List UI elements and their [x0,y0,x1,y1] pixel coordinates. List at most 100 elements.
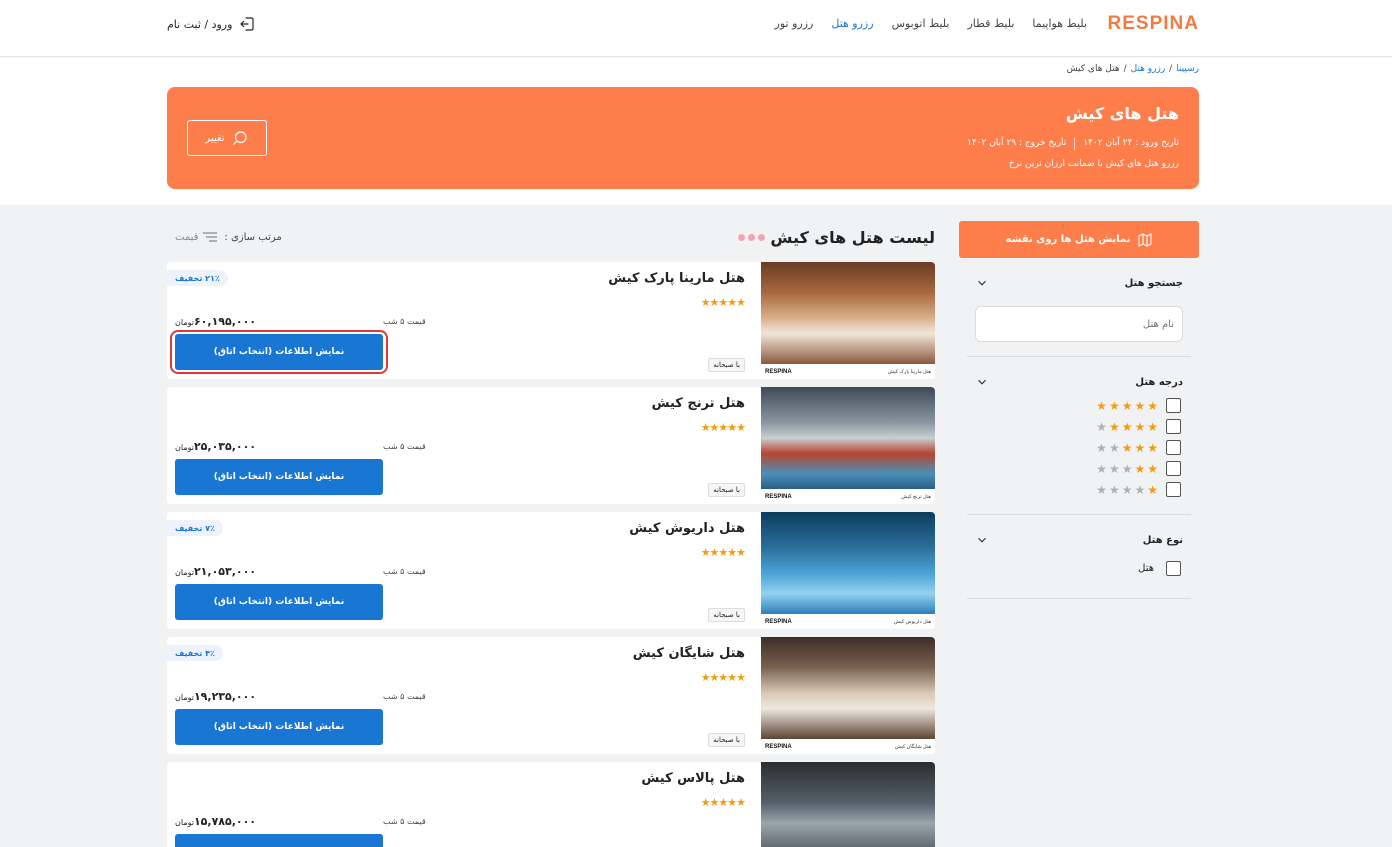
select-room-button[interactable]: نمایش اطلاعات (انتخاب اتاق) [175,584,383,620]
rating-option-4[interactable]: ★ ★ ★ ★ ★ [967,416,1191,437]
filter-search-header[interactable]: جستجو هتل [967,258,1191,296]
hotel-thumbnail[interactable]: هتل ترنج کیش RESPINA [761,387,935,504]
rating-option-3[interactable]: ★ ★ ★ ★ ★ [967,437,1191,458]
hotel-thumbnail[interactable]: هتل شایگان کیش RESPINA [761,637,935,754]
star-rating-icon: ★★★★★ [1096,398,1158,413]
nights-label: قیمت ۵ شب [383,817,426,826]
breadcrumb-current: هتل های کیش [1066,64,1120,74]
filter-hotel-rating: درجه هتل ★ ★ ★ ★ ★ ★ ★ ★ ★ ★ ★ ★ ★ ★ ★ ★ ★ ★ ★ ★ ★ ★ ★ ★ ★ [967,357,1191,515]
photo-brand: RESPINA [765,743,792,750]
rating-option-5[interactable]: ★ ★ ★ ★ ★ [967,395,1191,416]
photo-brand: RESPINA [765,493,792,500]
change-label: تغییر [205,132,225,144]
rating-checkbox[interactable] [1166,419,1181,434]
star-rating-icon: ★★★★★ [1096,461,1158,476]
board-badge: با صبحانه [708,608,745,622]
nav-flight[interactable]: بلیط هواپیما [1032,17,1087,30]
type-checkbox[interactable] [1166,561,1181,576]
filter-rating-header[interactable]: درجه هتل [967,357,1191,395]
filter-sidebar: نمایش هتل ها روی نقشه جستجو هتل درجه هتل… [959,221,1199,599]
select-room-button[interactable]: نمایش اطلاعات (انتخاب اتاق) [175,709,383,745]
hotel-name[interactable]: هتل مارینا پارک کیش [608,271,745,286]
rating-checkbox[interactable] [1166,440,1181,455]
photo-caption-text: هتل داریوش کیش [893,618,931,625]
hotel-name[interactable]: هتل داریوش کیش [629,521,745,536]
photo-caption: هتل داریوش کیش RESPINA [761,614,935,629]
photo-caption: هتل شایگان کیش RESPINA [761,739,935,754]
sort-icon [203,232,218,242]
star-rating-icon: ★★★★★ [700,421,746,434]
select-room-button[interactable]: نمایش اطلاعات (انتخاب اتاق) [175,334,383,370]
type-option-hotel[interactable]: هتل [967,553,1191,584]
photo-caption-text: هتل ترنج کیش [901,493,931,500]
rating-checkbox[interactable] [1166,482,1181,497]
photo-caption: هتل مارینا پارک کیش RESPINA [761,364,935,379]
hotel-thumbnail[interactable]: هتل مارینا پارک کیش RESPINA [761,262,935,379]
price-currency: تومان [175,318,194,327]
type-label: هتل [1138,563,1154,574]
nav-tour[interactable]: رزرو تور [775,17,814,30]
hotel-card: هتل داریوش کیش RESPINA هتل داریوش کیش ★★★★★… [167,512,935,629]
select-room-button[interactable]: نمایش اطلاعات (انتخاب اتاق) [175,834,383,847]
hotel-thumbnail[interactable] [761,762,935,847]
nights-label: قیمت ۵ شب [383,567,426,576]
banner-dates: تاریخ ورود : ۲۴ آبان ۱۴۰۲ تاریخ خروج : ۲… [967,138,1179,150]
hotel-thumbnail[interactable]: هتل داریوش کیش RESPINA [761,512,935,629]
banner-title: هتل های کیش [1065,104,1179,123]
rating-option-2[interactable]: ★ ★ ★ ★ ★ [967,458,1191,479]
breadcrumb-hotel[interactable]: رزرو هتل [1131,64,1166,74]
sort-label: مرتب سازی : [224,231,282,243]
login-icon [240,17,255,31]
hotel-card: هتل ترنج کیش RESPINA هتل ترنج کیش ★★★★★ با ص… [167,387,935,504]
price-currency: تومان [175,568,194,577]
nav-train[interactable]: بلیط قطار [968,17,1015,30]
hotel-price: ۱۹,۲۳۵,۰۰۰تومان [175,690,256,703]
hotel-price: ۶۰,۱۹۵,۰۰۰تومان [175,315,256,328]
rating-checkbox[interactable] [1166,398,1181,413]
photo-caption-text: هتل مارینا پارک کیش [887,368,931,375]
price-currency: تومان [175,693,194,702]
filter-search-title: جستجو هتل [1124,277,1183,289]
checkout-date: تاریخ خروج : ۲۹ آبان ۱۴۰۲ [966,138,1067,148]
filter-hotel-type: نوع هتل هتل [967,515,1191,599]
hotel-name[interactable]: هتل پالاس کیش [641,771,745,786]
hotel-name[interactable]: هتل شایگان کیش [633,646,745,661]
hotel-card: هتل پالاس کیش ★★★★★ قیمت ۵ شب ۱۵,۷۸۵,۰۰۰توم… [167,762,935,847]
map-button-label: نمایش هتل ها روی نقشه [1005,234,1131,245]
hotel-name-input[interactable] [984,318,1174,330]
show-map-button[interactable]: نمایش هتل ها روی نقشه [959,221,1199,258]
hotel-name[interactable]: هتل ترنج کیش [652,396,745,411]
sort-control[interactable]: مرتب سازی : قیمت [175,231,282,243]
breadcrumb-home[interactable]: رسپینا [1176,64,1199,74]
price-value: ۱۹,۲۳۵,۰۰۰ [193,690,257,703]
hotel-card: هتل شایگان کیش RESPINA هتل شایگان کیش ★★★★★… [167,637,935,754]
checkin-date: تاریخ ورود : ۲۴ آبان ۱۴۰۲ [1083,138,1179,148]
hotel-price: ۱۵,۷۸۵,۰۰۰تومان [175,815,256,828]
star-rating-icon: ★★★★★ [1096,419,1158,434]
hotel-name-field[interactable] [975,306,1183,342]
board-badge: با صبحانه [708,483,745,497]
select-room-button[interactable]: نمایش اطلاعات (انتخاب اتاق) [175,459,383,495]
star-rating-icon: ★★★★★ [700,796,746,809]
change-search-button[interactable]: تغییر [187,120,267,156]
price-value: ۲۵,۰۳۵,۰۰۰ [193,440,257,453]
price-currency: تومان [175,443,194,452]
board-badge: با صبحانه [708,733,745,747]
search-summary-banner: هتل های کیش تاریخ ورود : ۲۴ آبان ۱۴۰۲ تا… [167,87,1199,189]
rating-option-1[interactable]: ★ ★ ★ ★ ★ [967,479,1191,500]
respina-logo[interactable]: RESPINA [1108,13,1199,35]
hotel-photo [761,262,935,364]
star-rating-icon: ★★★★★ [700,546,746,559]
nav-bus[interactable]: بلیط اتوبوس [892,17,950,30]
nav-hotel[interactable]: رزرو هتل [831,17,873,30]
chevron-down-icon [978,280,986,286]
header-section: رسپینا / رزرو هتل / هتل های کیش هتل های … [0,57,1392,205]
filter-type-title: نوع هتل [1142,534,1183,546]
star-rating-icon: ★★★★★ [700,296,746,309]
price-value: ۲۱,۰۵۳,۰۰۰ [193,565,257,578]
rating-checkbox[interactable] [1166,461,1181,476]
filter-type-header[interactable]: نوع هتل [967,515,1191,553]
login-link[interactable]: ورود / ثبت نام [167,15,256,33]
loading-dots-icon [738,234,765,241]
hotel-price: ۲۵,۰۳۵,۰۰۰تومان [175,440,256,453]
